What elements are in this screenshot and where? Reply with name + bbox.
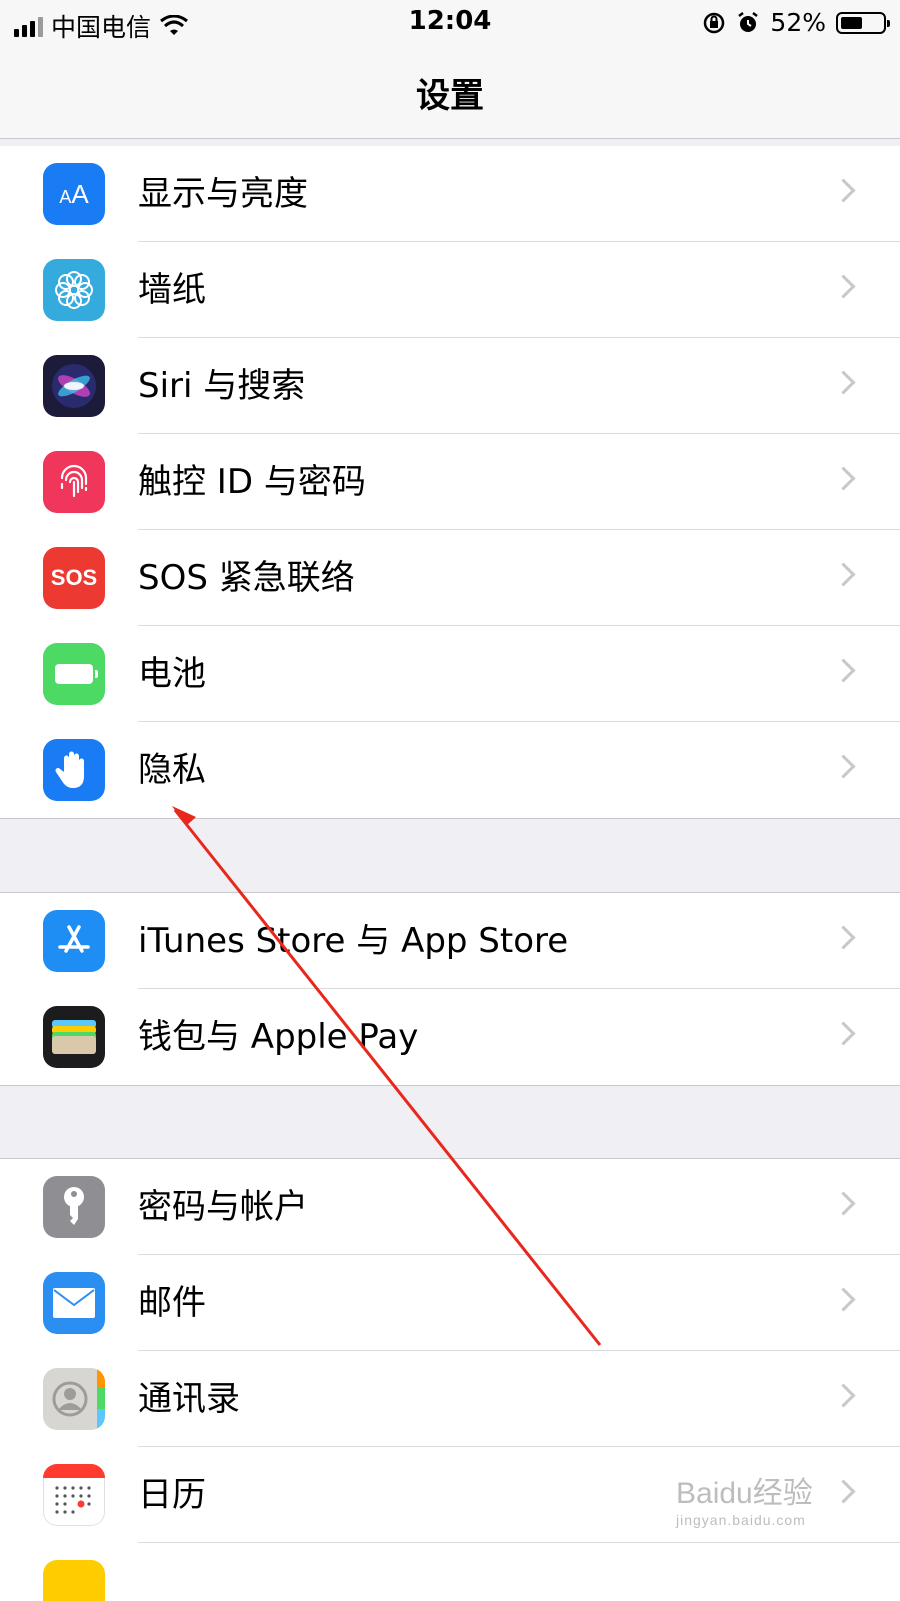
- battery-percent: 52%: [770, 8, 826, 37]
- settings-row-passwords[interactable]: 密码与帐户: [0, 1159, 900, 1255]
- sos-icon-text: SOS: [50, 565, 98, 590]
- settings-row-label: 触控 ID 与密码: [138, 462, 366, 502]
- settings-row-label: SOS 紧急联络: [138, 558, 355, 598]
- notes-icon: [43, 1560, 105, 1601]
- settings-row-wallpaper[interactable]: 墙纸: [0, 242, 900, 338]
- mail-icon: [43, 1272, 105, 1334]
- chevron-right-icon: [831, 370, 856, 395]
- wallet-icon: [43, 1006, 105, 1068]
- chevron-right-icon: [831, 1287, 856, 1312]
- settings-row-wallet[interactable]: 钱包与 Apple Pay: [0, 989, 900, 1085]
- settings-row-label: 墙纸: [138, 270, 206, 310]
- settings-row-privacy[interactable]: 隐私: [0, 722, 900, 818]
- sos-icon: SOS: [43, 547, 105, 609]
- alarm-icon: [738, 11, 759, 32]
- chevron-right-icon: [831, 1021, 856, 1046]
- settings-row-display[interactable]: AA 显示与亮度: [0, 146, 900, 242]
- page-title: 设置: [416, 76, 484, 116]
- rotation-lock-icon: [704, 12, 725, 33]
- settings-row-label: 钱包与 Apple Pay: [138, 1017, 419, 1057]
- settings-row-siri[interactable]: Siri 与搜索: [0, 338, 900, 434]
- settings-group-2: iTunes Store 与 App Store 钱包与 Apple Pay: [0, 892, 900, 1086]
- status-bar: 中国电信 12:04 52%: [0, 0, 900, 46]
- display-brightness-icon: AA: [43, 163, 105, 225]
- status-right: 52%: [702, 8, 890, 37]
- chevron-right-icon: [831, 274, 856, 299]
- settings-row-contacts[interactable]: 通讯录: [0, 1351, 900, 1447]
- fingerprint-icon: [43, 451, 105, 513]
- battery-icon: [43, 643, 105, 705]
- app-store-icon: [43, 910, 105, 972]
- chevron-right-icon: [831, 754, 856, 779]
- nav-bar: 设置: [0, 46, 900, 139]
- settings-row-label: iTunes Store 与 App Store: [138, 921, 569, 961]
- chevron-right-icon: [831, 1191, 856, 1216]
- settings-row-label: 邮件: [138, 1283, 206, 1323]
- key-icon: [43, 1176, 105, 1238]
- wallpaper-flower-icon: [43, 259, 105, 321]
- contacts-icon: [43, 1368, 105, 1430]
- siri-icon: [43, 355, 105, 417]
- settings-group-1: AA 显示与亮度 墙纸 Siri 与搜索 触控 ID 与密码 SOS SOS 紧…: [0, 146, 900, 819]
- settings-row-label: Siri 与搜索: [138, 366, 306, 406]
- chevron-right-icon: [831, 562, 856, 587]
- battery-status-icon: [836, 11, 890, 34]
- chevron-right-icon: [831, 178, 856, 203]
- settings-row-mail[interactable]: 邮件: [0, 1255, 900, 1351]
- chevron-right-icon: [831, 658, 856, 683]
- settings-row-label: 电池: [138, 654, 206, 694]
- watermark-sub: jingyan.baidu.com: [676, 1512, 806, 1528]
- settings-row-sos[interactable]: SOS SOS 紧急联络: [0, 530, 900, 626]
- settings-row-battery[interactable]: 电池: [0, 626, 900, 722]
- chevron-right-icon: [831, 925, 856, 950]
- chevron-right-icon: [831, 1383, 856, 1408]
- settings-row-label: 显示与亮度: [138, 174, 308, 214]
- settings-row-touch-id[interactable]: 触控 ID 与密码: [0, 434, 900, 530]
- settings-row-app-store[interactable]: iTunes Store 与 App Store: [0, 893, 900, 989]
- watermark-main: Baidu经验: [676, 1477, 813, 1510]
- calendar-icon: [43, 1464, 105, 1526]
- settings-row-label: 日历: [138, 1475, 206, 1515]
- settings-row-label: 通讯录: [138, 1379, 240, 1419]
- chevron-right-icon: [831, 466, 856, 491]
- privacy-hand-icon: [43, 739, 105, 801]
- settings-row-label: 密码与帐户: [138, 1187, 308, 1227]
- watermark: Baidu经验 jingyan.baidu.com: [676, 1468, 876, 1558]
- settings-row-label: 隐私: [138, 750, 206, 790]
